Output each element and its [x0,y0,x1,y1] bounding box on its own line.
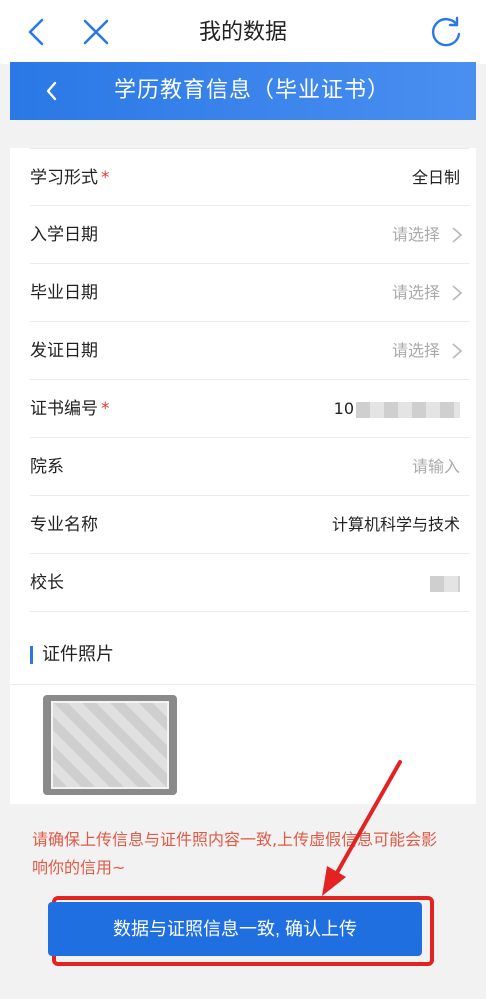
field-label: 院系 [30,457,64,477]
section-title: 学历教育信息（毕业证书） [114,78,391,103]
photo-list [10,684,476,804]
top-nav-bar: 我的数据 [0,0,486,64]
field-issue-date[interactable]: 发证日期 请选择 [30,322,470,380]
chevron-right-icon [452,343,463,359]
field-label: 入学日期 [30,225,98,245]
section-header: 学历教育信息（毕业证书） [10,62,476,120]
field-label: 专业名称 [30,515,98,535]
photos-section-title: 证件照片 [30,640,114,670]
form-card: 学习形式 * 全日制 入学日期 请选择 毕业日期 请选择 发证日期 请选择 证书编… [10,120,476,999]
page-title: 我的数据 [198,20,287,45]
field-value: 10 [334,380,460,438]
certificate-photo-thumbnail[interactable] [43,695,177,795]
field-value [430,554,460,612]
chevron-right-icon [452,285,463,301]
spacer [10,120,476,148]
field-label: 校长 [30,573,64,593]
required-mark: * [101,168,110,188]
field-certificate-number[interactable]: 证书编号 * 10 [30,380,470,438]
field-department[interactable]: 院系 请输入 [30,438,470,496]
field-study-form[interactable]: 学习形式 * 全日制 [30,148,470,206]
warning-notice: 请确保上传信息与证件照内容一致,上传虚假信息可能会影响你的信用~ [32,830,438,877]
field-enrollment-date[interactable]: 入学日期 请选择 [30,206,470,264]
confirm-upload-button[interactable]: 数据与证照信息一致, 确认上传 [48,902,422,956]
field-major[interactable]: 专业名称 计算机科学与技术 [30,496,470,554]
redacted-blur [356,401,460,418]
field-placeholder: 请选择 [391,225,440,244]
field-value: 全日制 [411,168,460,187]
refresh-icon[interactable] [428,14,464,50]
certificate-number-prefix: 10 [333,399,354,418]
field-label: 发证日期 [30,341,98,361]
redacted-blur [430,575,460,592]
chevron-right-icon [452,227,463,243]
field-label: 证书编号 [30,399,98,419]
field-graduation-date[interactable]: 毕业日期 请选择 [30,264,470,322]
field-value: 计算机科学与技术 [331,515,460,534]
field-label: 毕业日期 [30,283,98,303]
field-placeholder: 请选择 [391,283,440,302]
field-label: 学习形式 [30,168,98,188]
back-chevron-icon[interactable] [40,78,64,104]
required-mark: * [101,399,110,419]
field-placeholder: 请输入 [411,457,460,476]
field-placeholder: 请选择 [391,341,440,360]
certificate-image-blurred [51,701,169,789]
field-principal[interactable]: 校长 [30,554,470,612]
